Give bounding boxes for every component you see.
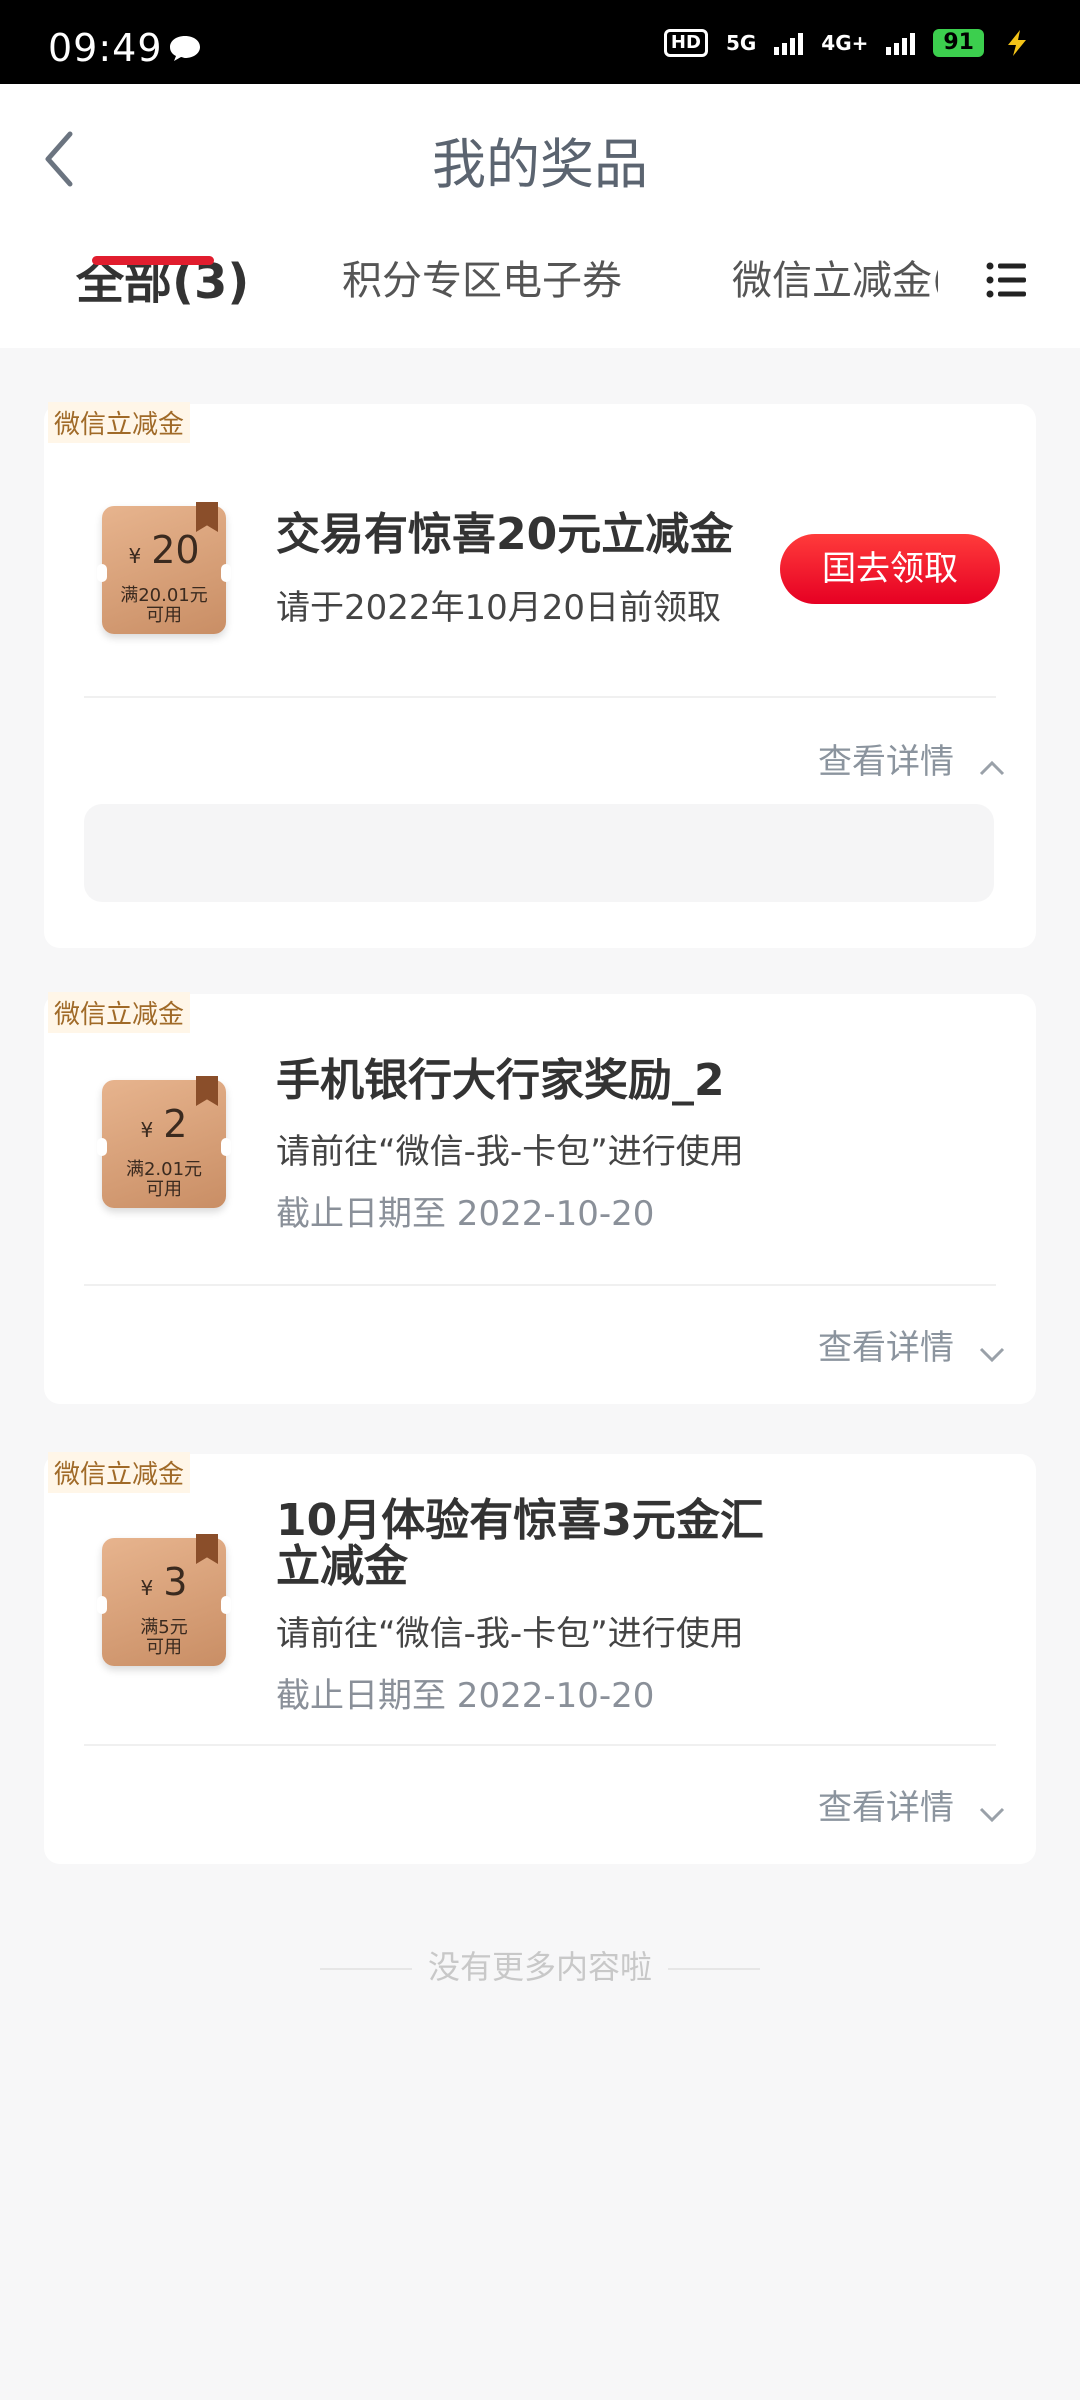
signal-bars-icon (774, 31, 804, 55)
prize-type-tag: 微信立减金 (48, 1452, 191, 1493)
divider-line-right (668, 1968, 760, 1970)
coupon-currency: ¥ (128, 544, 142, 568)
coupon-icon: ¥2 满2.01元 可用 (97, 1076, 231, 1208)
battery-icon: 91 (933, 29, 984, 57)
prize-usage-hint: 请前往“微信-我-卡包”进行使用 (276, 1132, 744, 1172)
claim-button[interactable]: 囯去领取 (780, 534, 1000, 604)
charging-icon (1008, 30, 1026, 56)
coupon-condition-usable: 可用 (146, 1179, 182, 1200)
prize-title-line1: 10月体验有惊喜3元金汇 (276, 1495, 764, 1546)
tab-points-coupons[interactable]: 积分专区电子券 (342, 248, 622, 306)
page-title: 我的奖品 (432, 133, 648, 196)
divider-line-left (319, 1968, 412, 1970)
coupon-icon: ¥20 满20.01元 可用 (97, 502, 231, 634)
status-time: 09:49 (48, 26, 163, 70)
coupon-condition-usable: 可用 (146, 1637, 182, 1658)
coupon-currency: ¥ (140, 1576, 154, 1600)
prize-type-tag: 微信立减金 (48, 992, 191, 1033)
menu-list-icon[interactable] (986, 260, 1028, 300)
signal-5g-label: 5G (725, 31, 757, 55)
tab-wechat-discount[interactable]: 微信立减金( (732, 248, 938, 306)
signal-bars-icon-2 (886, 31, 916, 55)
prize-usage-hint: 请前往“微信-我-卡包”进行使用 (276, 1614, 744, 1654)
coupon-amount: 3 (163, 1560, 188, 1604)
prize-title-line2: 立减金 (276, 1541, 408, 1592)
active-tab-indicator (92, 256, 214, 265)
coupon-currency: ¥ (140, 1118, 154, 1142)
prize-card: 微信立减金 ¥3 满5元 可用 10月体验有惊喜3元金汇 立减金 请前往“微信-我… (44, 1452, 1036, 1864)
card-divider (84, 1284, 996, 1286)
prize-title: 10月体验有惊喜3元金汇 立减金 (276, 1498, 764, 1590)
hd-icon: HD (663, 29, 708, 57)
view-details-link[interactable]: 查看详情 (818, 1320, 954, 1369)
status-bar: 09:49 HD 5G 4G+ 91 (0, 0, 1080, 84)
coupon-amount: 20 (151, 528, 200, 572)
tab-all[interactable]: 全部(3) (76, 242, 249, 312)
chevron-down-icon[interactable] (978, 1804, 1006, 1824)
prize-expiry-date: 截止日期至 2022-10-20 (276, 1676, 655, 1716)
message-icon (170, 36, 200, 61)
coupon-condition: 满20.01元 (120, 585, 208, 606)
prize-card: 微信立减金 ¥2 满2.01元 可用 手机银行大行家奖励_2 请前往“微信-我-卡… (44, 992, 1036, 1404)
chevron-down-icon[interactable] (978, 1344, 1006, 1364)
view-details-link[interactable]: 查看详情 (818, 1780, 954, 1829)
signal-4g-label: 4G+ (821, 31, 869, 55)
prize-claim-deadline: 请于2022年10月20日前领取 (276, 588, 722, 628)
page-header: 我的奖品 全部(3) 积分专区电子券 微信立减金( (0, 84, 1080, 348)
coupon-condition: 满5元 (140, 1617, 188, 1638)
view-details-link[interactable]: 查看详情 (818, 734, 954, 783)
coupon-icon: ¥3 满5元 可用 (97, 1534, 231, 1666)
coupon-condition-usable: 可用 (146, 605, 182, 626)
chevron-up-icon[interactable] (978, 758, 1006, 778)
status-indicators: HD 5G 4G+ 91 (663, 28, 1032, 58)
prize-expiry-date: 截止日期至 2022-10-20 (276, 1194, 655, 1234)
card-divider (84, 696, 996, 698)
prize-title: 手机银行大行家奖励_2 (276, 1055, 725, 1106)
no-more-text: 没有更多内容啦 (427, 1948, 652, 1986)
coupon-amount: 2 (163, 1102, 188, 1146)
coupon-condition: 满2.01元 (125, 1159, 203, 1180)
details-panel (84, 804, 994, 902)
no-more-content: 没有更多内容啦 (0, 1942, 1080, 1988)
card-divider (84, 1744, 996, 1746)
prize-title: 交易有惊喜20元立减金 (276, 509, 734, 560)
prize-type-tag: 微信立减金 (48, 402, 191, 443)
prize-card: 微信立减金 ¥20 满20.01元 可用 交易有惊喜20元立减金 请于2022年1… (44, 402, 1036, 948)
